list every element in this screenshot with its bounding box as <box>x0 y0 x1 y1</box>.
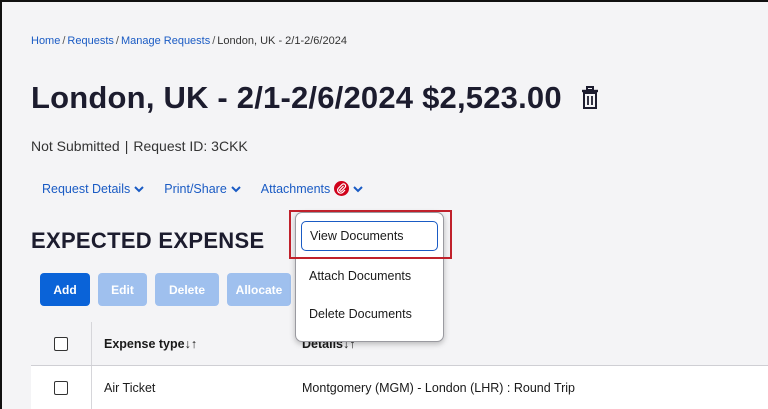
status-line: Not Submitted | Request ID: 3CKK <box>31 138 248 154</box>
breadcrumb-current: London, UK - 2/1-2/6/2024 <box>217 35 347 47</box>
select-all-checkbox[interactable] <box>54 337 68 351</box>
details-cell: Montgomery (MGM) - London (LHR) : Round … <box>302 381 576 395</box>
paperclip-icon <box>334 181 350 196</box>
expected-expenses-heading: EXPECTED EXPENSE <box>31 228 265 253</box>
print-share-menu[interactable]: Print/Share <box>164 182 241 196</box>
breadcrumb-manage-requests[interactable]: Manage Requests <box>121 35 210 47</box>
attach-documents-item[interactable]: Attach Documents <box>296 261 443 291</box>
title-row: London, UK - 2/1-2/6/2024 $2,523.00 <box>31 80 600 116</box>
expense-toolbar: Add Edit Delete Allocate <box>40 273 299 306</box>
add-button[interactable]: Add <box>40 273 90 306</box>
breadcrumb-requests[interactable]: Requests <box>67 35 113 47</box>
trash-icon[interactable] <box>580 86 600 110</box>
chevron-down-icon <box>134 185 144 192</box>
chevron-down-icon <box>353 185 363 192</box>
breadcrumb-home[interactable]: Home <box>31 35 60 47</box>
request-subnav: Request Details Print/Share Attachments <box>42 181 383 196</box>
attachments-menu[interactable]: Attachments <box>261 181 363 196</box>
breadcrumb: Home / Requests / Manage Requests / London, UK… <box>31 35 347 47</box>
allocate-button[interactable]: Allocate <box>227 273 291 306</box>
table-row[interactable]: Air Ticket Montgomery (MGM) - London (LH… <box>31 366 768 409</box>
request-details-menu[interactable]: Request Details <box>42 182 144 196</box>
highlight-box <box>289 210 452 259</box>
edit-button[interactable]: Edit <box>98 273 147 306</box>
status-text: Not Submitted <box>31 138 120 154</box>
page-title: London, UK - 2/1-2/6/2024 $2,523.00 <box>31 80 562 115</box>
column-header-expense-type[interactable]: Expense type↓↑ <box>104 337 197 351</box>
delete-documents-item[interactable]: Delete Documents <box>296 299 443 329</box>
chevron-down-icon <box>231 185 241 192</box>
request-page: Home / Requests / Manage Requests / London, UK… <box>2 2 768 409</box>
delete-button[interactable]: Delete <box>155 273 219 306</box>
expense-type-cell: Air Ticket <box>104 381 156 395</box>
request-id: Request ID: 3CKK <box>133 138 248 154</box>
row-checkbox[interactable] <box>54 381 68 395</box>
